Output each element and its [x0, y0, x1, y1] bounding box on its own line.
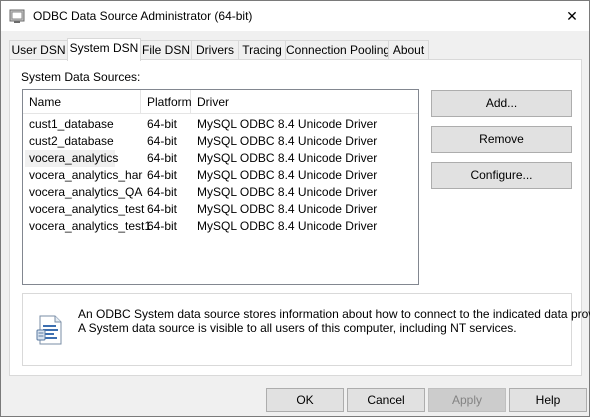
- list-row[interactable]: cust1_database 64-bit MySQL ODBC 8.4 Uni…: [23, 116, 418, 133]
- row-driver: MySQL ODBC 8.4 Unicode Driver: [197, 168, 378, 182]
- column-header-name[interactable]: Name: [23, 90, 141, 114]
- row-platform: 64-bit: [147, 219, 178, 233]
- info-text: An ODBC System data source stores inform…: [78, 307, 590, 335]
- row-driver: MySQL ODBC 8.4 Unicode Driver: [197, 151, 378, 165]
- row-driver: MySQL ODBC 8.4 Unicode Driver: [197, 202, 378, 216]
- tab-strip: User DSN System DSN File DSN Drivers Tra…: [9, 38, 581, 61]
- row-driver: MySQL ODBC 8.4 Unicode Driver: [197, 134, 378, 148]
- close-icon: ✕: [566, 7, 578, 24]
- list-row[interactable]: cust2_database 64-bit MySQL ODBC 8.4 Uni…: [23, 133, 418, 150]
- row-name: vocera_analytics_har: [29, 168, 143, 182]
- data-source-document-icon: [34, 314, 66, 346]
- row-platform: 64-bit: [147, 134, 178, 148]
- remove-button[interactable]: Remove: [431, 126, 572, 153]
- cancel-button[interactable]: Cancel: [347, 388, 425, 412]
- list-header: Name Platform Driver: [23, 90, 418, 114]
- tab-connection-pooling[interactable]: Connection Pooling: [285, 40, 390, 60]
- row-platform: 64-bit: [147, 151, 178, 165]
- row-name: vocera_analytics_QA: [29, 185, 143, 199]
- tab-user-dsn[interactable]: User DSN: [9, 40, 68, 60]
- row-name: cust2_database: [29, 134, 114, 148]
- column-header-platform[interactable]: Platform: [141, 90, 192, 114]
- row-name: vocera_analytics_test: [29, 202, 145, 216]
- row-driver: MySQL ODBC 8.4 Unicode Driver: [197, 219, 378, 233]
- row-platform: 64-bit: [147, 185, 178, 199]
- row-platform: 64-bit: [147, 117, 178, 131]
- system-data-sources-list[interactable]: Name Platform Driver cust1_database 64-b…: [22, 89, 419, 285]
- window-title: ODBC Data Source Administrator (64-bit): [33, 9, 253, 23]
- list-row[interactable]: vocera_analytics_test 64-bit MySQL ODBC …: [23, 201, 418, 218]
- row-driver: MySQL ODBC 8.4 Unicode Driver: [197, 185, 378, 199]
- tab-about[interactable]: About: [388, 40, 429, 60]
- list-row[interactable]: vocera_analytics_QA 64-bit MySQL ODBC 8.…: [23, 184, 418, 201]
- column-header-driver[interactable]: Driver: [191, 90, 418, 114]
- tab-drivers[interactable]: Drivers: [191, 40, 239, 60]
- configure-button[interactable]: Configure...: [431, 162, 572, 189]
- row-platform: 64-bit: [147, 202, 178, 216]
- ok-button[interactable]: OK: [266, 388, 344, 412]
- info-line-2: A System data source is visible to all u…: [78, 321, 517, 335]
- apply-button[interactable]: Apply: [428, 388, 506, 412]
- info-line-1: An ODBC System data source stores inform…: [78, 307, 590, 321]
- tab-file-dsn[interactable]: File DSN: [140, 40, 192, 60]
- row-name: vocera_analytics_test1: [29, 219, 152, 233]
- row-name: vocera_analytics: [29, 151, 119, 165]
- add-button[interactable]: Add...: [431, 90, 572, 117]
- close-button[interactable]: ✕: [555, 1, 589, 31]
- list-caption: System Data Sources:: [21, 70, 141, 84]
- row-platform: 64-bit: [147, 168, 178, 182]
- info-box: An ODBC System data source stores inform…: [22, 293, 590, 366]
- title-bar: ODBC Data Source Administrator (64-bit) …: [1, 1, 589, 31]
- row-name: cust1_database: [29, 117, 114, 131]
- tab-tracing[interactable]: Tracing: [238, 40, 286, 60]
- list-row[interactable]: vocera_analytics_har 64-bit MySQL ODBC 8…: [23, 167, 418, 184]
- odbc-app-icon: [9, 8, 25, 24]
- system-dsn-panel: System Data Sources: Name Platform Drive…: [9, 59, 590, 376]
- list-row-selected[interactable]: vocera_analytics 64-bit MySQL ODBC 8.4 U…: [23, 150, 418, 167]
- help-button[interactable]: Help: [509, 388, 587, 412]
- row-driver: MySQL ODBC 8.4 Unicode Driver: [197, 117, 378, 131]
- odbc-admin-window: ODBC Data Source Administrator (64-bit) …: [0, 0, 590, 417]
- list-row[interactable]: vocera_analytics_test1 64-bit MySQL ODBC…: [23, 218, 418, 235]
- tab-system-dsn[interactable]: System DSN: [67, 38, 141, 61]
